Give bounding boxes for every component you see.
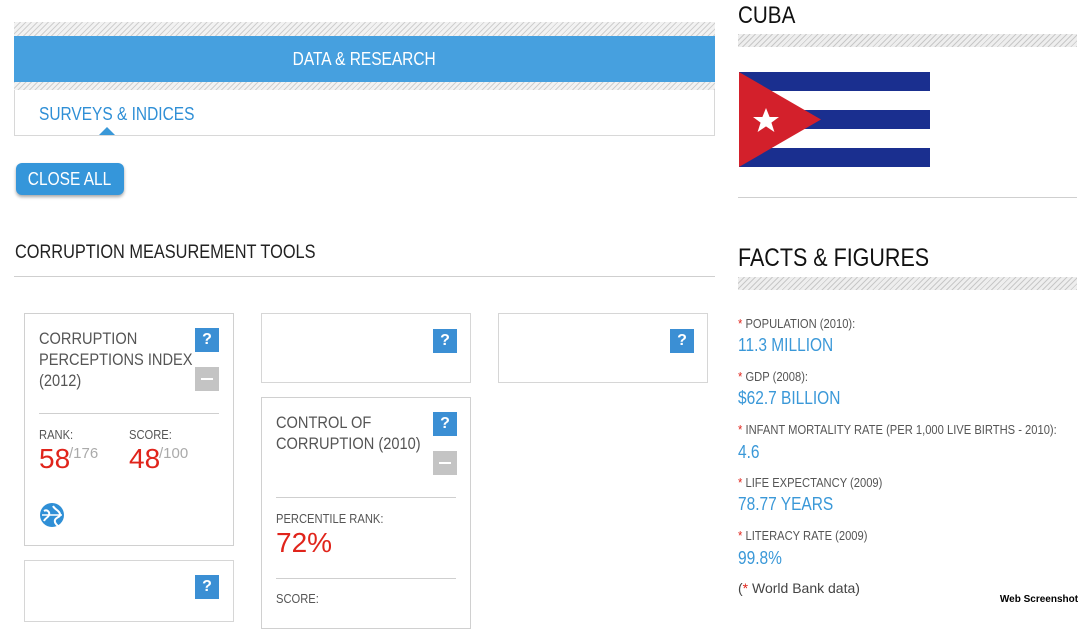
fact-value: $62.7 BILLION bbox=[738, 388, 841, 408]
surveys-indices-link[interactable]: SURVEYS & INDICES bbox=[39, 104, 220, 125]
control-title-line-2: CORRUPTION (2010) bbox=[276, 434, 421, 453]
data-research-bottom-hatch bbox=[14, 82, 715, 90]
help-icon: ? bbox=[440, 415, 450, 432]
fact-label: * GDP (2008): bbox=[738, 369, 809, 384]
section-title: CORRUPTION MEASUREMENT TOOLS bbox=[15, 242, 364, 264]
control-collapse-button[interactable] bbox=[433, 451, 457, 475]
percentile-rank-label: PERCENTILE RANK: bbox=[276, 511, 384, 526]
collapsed-tool-card: ? bbox=[261, 313, 471, 383]
cpi-title-line-1: CORRUPTION bbox=[39, 329, 138, 348]
help-icon: ? bbox=[202, 578, 212, 595]
cpi-rank-value: 58 bbox=[39, 443, 71, 474]
data-research-header-label: DATA & RESEARCH bbox=[292, 48, 437, 69]
surveys-indices-label: SURVEYS & INDICES bbox=[39, 104, 195, 124]
cpi-score-value: 48 bbox=[129, 443, 161, 474]
facts-figures-title: FACTS & FIGURES bbox=[738, 244, 960, 273]
section-title-text: CORRUPTION MEASUREMENT TOOLS bbox=[15, 242, 316, 263]
data-source-note: (* World Bank data) bbox=[738, 580, 860, 596]
close-all-button[interactable]: CLOSE ALL bbox=[16, 163, 124, 195]
control-of-corruption-card: CONTROL OF CORRUPTION (2010) ? PERCENTIL… bbox=[261, 397, 471, 629]
cpi-help-button[interactable]: ? bbox=[195, 328, 219, 352]
fact-label: * LITERACY RATE (2009) bbox=[738, 528, 868, 543]
data-research-header[interactable]: DATA & RESEARCH bbox=[14, 36, 715, 82]
fact-label: * POPULATION (2010): bbox=[738, 316, 856, 331]
collapsed-tool-card: ? bbox=[498, 313, 708, 383]
facts-title-hatch bbox=[738, 277, 1077, 290]
fact-value: 11.3 MILLION bbox=[738, 335, 834, 355]
control-card-divider bbox=[276, 497, 456, 498]
cpi-collapse-button[interactable] bbox=[195, 367, 219, 391]
fact-value: 4.6 bbox=[738, 442, 760, 462]
fact-value: 78.77 YEARS bbox=[738, 494, 834, 514]
country-title-hatch bbox=[738, 34, 1077, 47]
web-screenshot-badge: Web Screenshot bbox=[998, 591, 1080, 608]
help-icon: ? bbox=[677, 332, 687, 349]
data-research-subpanel: SURVEYS & INDICES bbox=[14, 90, 715, 136]
collapsed-tool-help-button[interactable]: ? bbox=[195, 575, 219, 599]
control-card-divider-2 bbox=[276, 578, 456, 579]
help-icon: ? bbox=[202, 331, 212, 348]
section-divider bbox=[14, 276, 715, 277]
cpi-title-line-3: (2012) bbox=[39, 371, 82, 390]
collapsed-tool-card: ? bbox=[24, 560, 234, 622]
control-title-line-1: CONTROL OF bbox=[276, 413, 372, 432]
control-score-label: SCORE: bbox=[276, 591, 319, 606]
cpi-score-label: SCORE: bbox=[129, 427, 172, 442]
cpi-rank-total: /176 bbox=[69, 445, 99, 462]
country-name: CUBA bbox=[738, 2, 805, 30]
fact-label: * LIFE EXPECTANCY (2009) bbox=[738, 475, 883, 490]
cpi-score-total: /100 bbox=[159, 445, 189, 462]
active-caret-icon bbox=[99, 127, 115, 135]
globe-icon[interactable] bbox=[39, 502, 65, 528]
collapsed-tool-help-button[interactable]: ? bbox=[670, 329, 694, 353]
close-all-label: CLOSE ALL bbox=[28, 168, 112, 189]
help-icon: ? bbox=[440, 332, 450, 349]
control-help-button[interactable]: ? bbox=[433, 412, 457, 436]
cpi-card-title: CORRUPTION PERCEPTIONS INDEX (2012) bbox=[39, 328, 218, 391]
cpi-rank-label: RANK: bbox=[39, 427, 74, 442]
control-card-title: CONTROL OF CORRUPTION (2010) bbox=[276, 412, 444, 454]
facts-figures-title-text: FACTS & FIGURES bbox=[738, 244, 930, 272]
data-research-top-hatch bbox=[14, 22, 715, 36]
cuba-flag-image bbox=[739, 72, 930, 167]
percentile-rank-value: 72% bbox=[276, 527, 333, 558]
cpi-title-line-2: PERCEPTIONS INDEX bbox=[39, 350, 193, 369]
fact-value: 99.8% bbox=[738, 548, 782, 568]
fact-label: * INFANT MORTALITY RATE (PER 1,000 LIVE … bbox=[738, 422, 1057, 437]
cpi-card-divider bbox=[39, 413, 219, 414]
cpi-card: CORRUPTION PERCEPTIONS INDEX (2012) ? RA… bbox=[24, 313, 234, 546]
country-name-text: CUBA bbox=[738, 2, 796, 29]
country-divider bbox=[738, 197, 1077, 198]
collapsed-tool-help-button[interactable]: ? bbox=[433, 329, 457, 353]
